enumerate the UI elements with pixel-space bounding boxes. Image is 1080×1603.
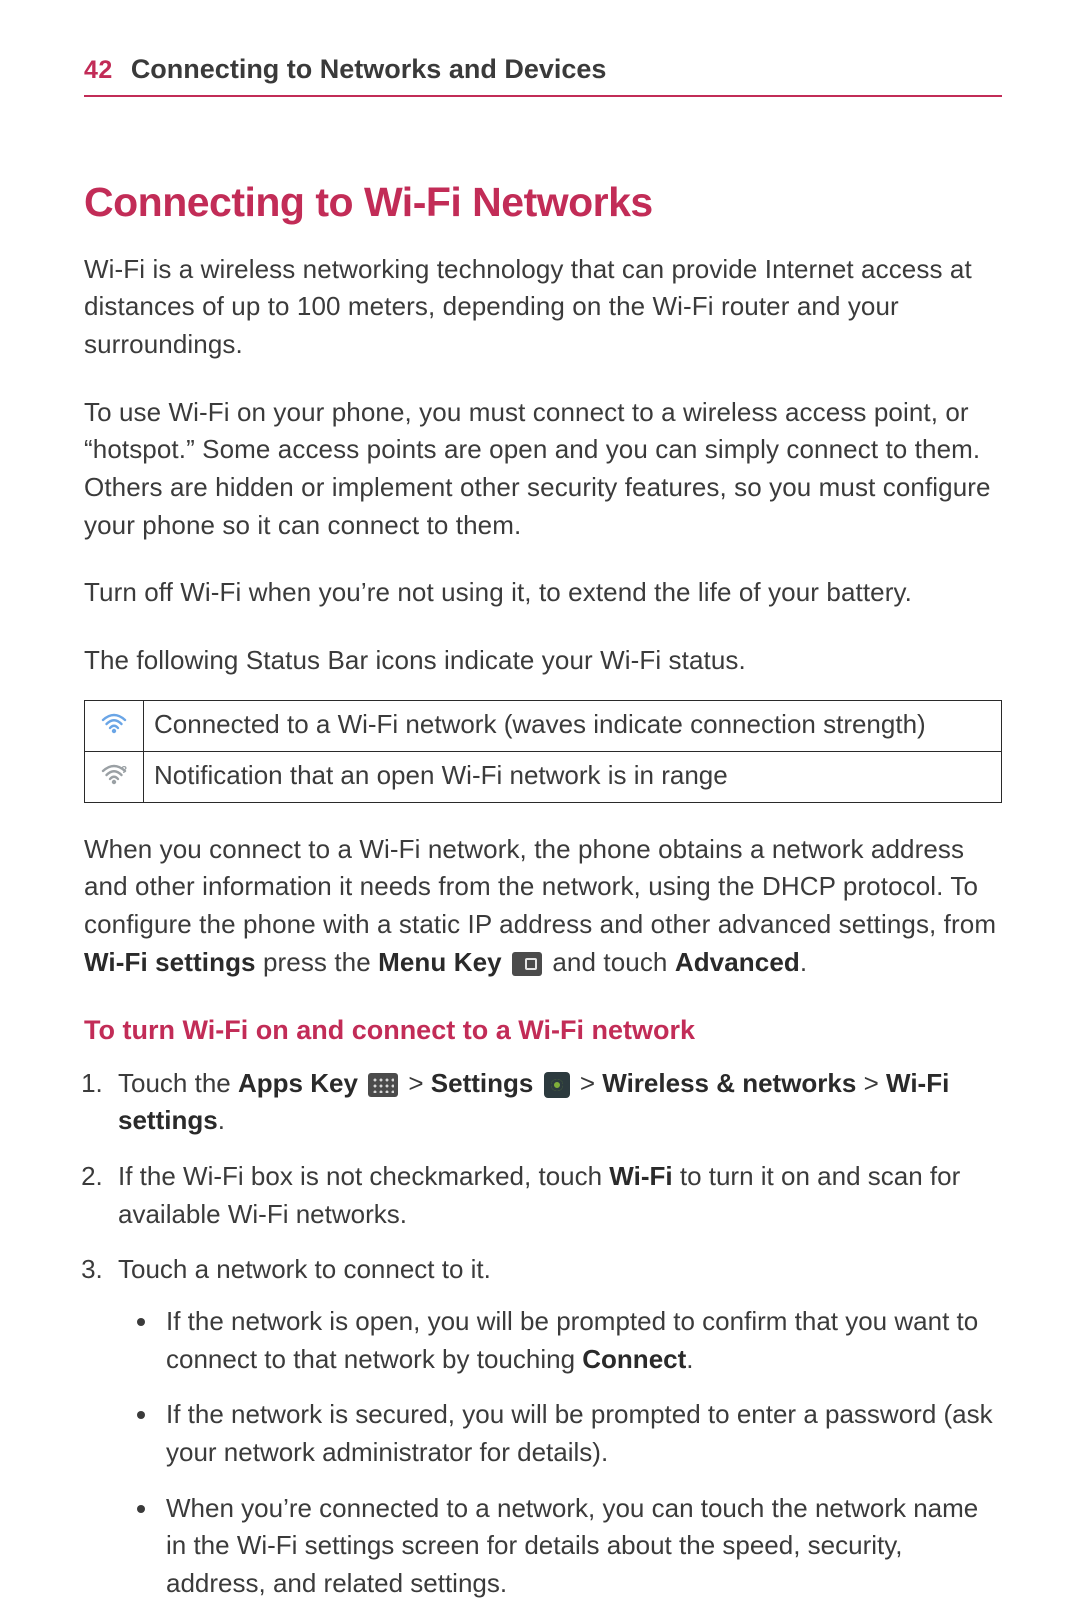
chapter-title: Connecting to Networks and Devices xyxy=(131,50,607,89)
body-text: . xyxy=(800,947,807,977)
table-row: Connected to a Wi-Fi network (waves indi… xyxy=(85,700,1002,751)
menu-key-icon xyxy=(512,952,542,976)
paragraph: When you connect to a Wi-Fi network, the… xyxy=(84,831,1002,982)
svg-text:?: ? xyxy=(121,765,127,776)
body-text: > xyxy=(408,1068,430,1098)
paragraph: Turn off Wi-Fi when you’re not using it,… xyxy=(84,574,1002,612)
icon-cell xyxy=(85,700,144,751)
body-text: Touch a network to connect to it. xyxy=(118,1254,491,1284)
running-header: 42 Connecting to Networks and Devices xyxy=(84,50,1002,97)
wifi-status-icon-table: Connected to a Wi-Fi network (waves indi… xyxy=(84,700,1002,803)
step-item: Touch the Apps Key > Settings > Wireless… xyxy=(110,1065,1002,1140)
bold-text: Menu Key xyxy=(378,947,502,977)
paragraph: Wi-Fi is a wireless networking technolog… xyxy=(84,251,1002,364)
table-cell: Notification that an open Wi-Fi network … xyxy=(144,751,1002,802)
body-text: If the Wi-Fi box is not checkmarked, tou… xyxy=(118,1161,609,1191)
bold-text: Connect xyxy=(582,1344,686,1374)
body-text: . xyxy=(686,1344,693,1374)
apps-key-icon xyxy=(368,1073,398,1097)
body-text: and touch xyxy=(552,947,674,977)
section-title: Connecting to Wi-Fi Networks xyxy=(84,173,1002,232)
numbered-steps: Touch the Apps Key > Settings > Wireless… xyxy=(84,1065,1002,1603)
paragraph: To use Wi-Fi on your phone, you must con… xyxy=(84,394,1002,545)
page-number: 42 xyxy=(84,52,113,88)
body-text: If the network is open, you will be prom… xyxy=(166,1306,978,1374)
bold-text: Wi-Fi xyxy=(609,1161,672,1191)
bullet-list: If the network is open, you will be prom… xyxy=(118,1303,1002,1603)
wifi-connected-icon xyxy=(101,707,127,745)
bullet-item: If the network is open, you will be prom… xyxy=(160,1303,1002,1378)
bold-text: Wireless & networks xyxy=(602,1068,856,1098)
bullet-item: When you’re connected to a network, you … xyxy=(160,1490,1002,1603)
settings-icon xyxy=(544,1072,570,1098)
manual-page: 42 Connecting to Networks and Devices Co… xyxy=(0,0,1080,1552)
table-row: ? Notification that an open Wi-Fi networ… xyxy=(85,751,1002,802)
body-text: . xyxy=(218,1105,225,1135)
paragraph: The following Status Bar icons indicate … xyxy=(84,642,1002,680)
icon-cell: ? xyxy=(85,751,144,802)
subheading: To turn Wi-Fi on and connect to a Wi-Fi … xyxy=(84,1011,1002,1050)
body-text: > xyxy=(580,1068,602,1098)
table-cell: Connected to a Wi-Fi network (waves indi… xyxy=(144,700,1002,751)
bullet-item: If the network is secured, you will be p… xyxy=(160,1396,1002,1471)
body-text: When you connect to a Wi-Fi network, the… xyxy=(84,834,996,939)
bold-text: Wi-Fi settings xyxy=(84,947,256,977)
wifi-open-network-icon: ? xyxy=(101,758,127,796)
body-text: press the xyxy=(263,947,378,977)
bold-text: Apps Key xyxy=(238,1068,358,1098)
step-item: If the Wi-Fi box is not checkmarked, tou… xyxy=(110,1158,1002,1233)
step-item: Touch a network to connect to it. If the… xyxy=(110,1251,1002,1603)
bold-text: Advanced xyxy=(675,947,800,977)
body-text: > xyxy=(864,1068,886,1098)
body-text: Touch the xyxy=(118,1068,238,1098)
bold-text: Settings xyxy=(431,1068,534,1098)
